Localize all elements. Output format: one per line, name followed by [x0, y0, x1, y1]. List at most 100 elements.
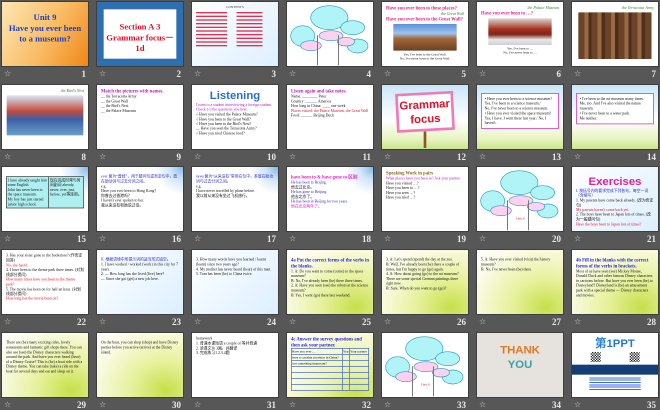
survey-cell [341, 383, 350, 391]
mindmap-bubble [530, 185, 555, 200]
slide-thumbnail-5[interactable]: Have you ever been to these places? the G… [382, 2, 468, 66]
slide-thumbnail-25[interactable]: 4a Put the correct forms of the verbs in… [287, 250, 373, 314]
slide-thumbnail-19[interactable]: Speaking Work in pairs What places have y… [382, 167, 468, 231]
slide-thumbnail-34[interactable]: THANK YOU [477, 333, 563, 397]
slide-thumbnail-33[interactable]: Unit 9 [382, 333, 468, 397]
slide-content: There are (be) many exciting rides, love… [2, 333, 88, 397]
slide-number: 5 [461, 69, 467, 79]
slide-thumbnail-22[interactable]: 3. Has your sister gone to the bookstore… [2, 250, 88, 314]
slide-transition-star-icon: ☆ [4, 234, 12, 243]
slide-thumbnail-8[interactable]: the Bird's Nest [2, 85, 88, 149]
slide-text: Listen to a student interviewing a forei… [195, 102, 273, 112]
slide-text: How many times have you been to the them… [5, 277, 76, 287]
slide-thumbnail-27[interactable]: 5. A: Have you ever visited (visit) the … [477, 250, 563, 314]
slide-number: 24 [267, 317, 276, 327]
slide-thumbnail-13[interactable]: • Have you ever been to a science museum… [477, 85, 563, 149]
slide-content: Have you ever been to these places? the G… [382, 2, 468, 66]
slide-text: Grammar [399, 97, 451, 113]
contents-row [195, 11, 274, 14]
slide-thumbnail-15[interactable]: I have already taught him some English. J… [2, 167, 88, 231]
slide-thumbnail-28[interactable]: 4b Fill in the blanks with the correct f… [572, 250, 658, 314]
slide-transition-star-icon: ☆ [194, 69, 202, 78]
slide-text: 我从来没有和她说过话。 [100, 203, 144, 208]
slide-text: John has never been to the space museum. [7, 187, 43, 197]
slide-content: 4a Put the correct forms of the verbs in… [287, 250, 373, 314]
slide-number: 19 [457, 234, 466, 244]
slide-number: 23 [172, 317, 181, 327]
slide-thumbnail-12[interactable]: Grammar focus [382, 85, 468, 149]
slide-text: the Terracotta Army [621, 5, 654, 10]
slide-content: Unit 9 [382, 333, 468, 397]
slide-text: B: Yes, I went (go) there last weekend. [290, 293, 351, 298]
slide-thumbnail-7[interactable]: the Terracotta Army [572, 2, 658, 66]
contents-row [195, 22, 274, 25]
slide-thumbnail-4[interactable] [287, 2, 373, 66]
contents-row [195, 44, 274, 47]
slide-content: have been to & have gone to 区别 He has bee… [287, 167, 373, 231]
slide-content: On the boat, you can shop (shop) and hav… [97, 333, 183, 397]
slide-thumbnail-6[interactable]: the Palace Museum Have you ever been to …… [477, 2, 563, 66]
slide-thumbnail-26[interactable]: 3. A: Let's spend (spend) the day at the… [382, 250, 468, 314]
slide-thumbnail-21[interactable]: Exercises I. 按括号内的要求完成下列各句，每空一词（含缩写） 1. My… [572, 167, 658, 231]
slide-transition-star-icon: ☆ [479, 69, 487, 78]
slide-content: THANK YOU [477, 333, 563, 397]
slide-transition-star-icon: ☆ [289, 400, 297, 409]
slide-transition-star-icon: ☆ [99, 400, 107, 409]
slide-thumbnail-1[interactable]: Unit 9 Have you ever been to a museum? [2, 2, 88, 66]
slide-number: 12 [457, 152, 466, 162]
mindmap-bubble [526, 201, 545, 212]
slide-thumbnail-31[interactable]: homework 1. 背诵本课短语 a couple of 等并背诵 2. 读课文… [192, 333, 278, 397]
mindmap-bubble [431, 367, 450, 378]
slide-text: YOU [507, 357, 533, 371]
slide-thumbnail-24[interactable]: 3. How many words have you learned / lea… [192, 250, 278, 314]
slide-text: Have you ever been [8, 23, 82, 33]
slide-transition-star-icon: ☆ [574, 400, 582, 409]
slide-transition-star-icon: ☆ [574, 69, 582, 78]
slide-thumbnail-17[interactable]: never意为“从来没有”常用在句中，多放在助动词与过去分词之间。 e.g. I h… [192, 167, 278, 231]
slide-thumbnail-35[interactable]: 第1PPT [572, 333, 658, 397]
slide-number: 17 [267, 234, 276, 244]
slide-transition-star-icon: ☆ [99, 317, 107, 326]
contents-row [195, 26, 274, 28]
slide-thumbnail-3[interactable]: CONTENTS [192, 2, 278, 66]
table-col-left: I have already taught him some English. J… [7, 176, 49, 208]
slide-transition-star-icon: ☆ [99, 152, 107, 161]
qr-code [629, 351, 640, 362]
slide-thumbnail-16[interactable]: ever 意为“曾经”，用于疑问句或否定句中，放在助动词与过去分词之间。 e.g.… [97, 167, 183, 231]
slide-number: 13 [552, 152, 561, 162]
slide-transition-star-icon: ☆ [99, 234, 107, 243]
slide-number: 18 [362, 234, 371, 244]
slide-transition-star-icon: ☆ [289, 69, 297, 78]
slide-thumbnail-2[interactable]: Section A 3 Grammar focus－1d [97, 2, 183, 66]
slide-transition-star-icon: ☆ [289, 152, 297, 161]
slide-transition-star-icon: ☆ [384, 400, 392, 409]
slide-thumbnail-14[interactable]: • I've been to the art museum many times… [572, 85, 658, 149]
mindmap-trunk [316, 35, 339, 66]
slide-content: Grammar focus [382, 85, 468, 149]
slide-text: to a museum? [19, 33, 71, 44]
slide-thumbnail-11[interactable]: Listen again and take notes. Name: ______… [287, 85, 373, 149]
mindmap-bubble [435, 351, 460, 366]
slide-text: How long has the movie been on? [5, 296, 59, 301]
contents-row [195, 33, 274, 36]
slide-text: never意为“从来没有”常用在句中，多放在助动词与过去分词之间。 [195, 174, 274, 184]
slide-text: ever 意为“曾经”，用于疑问句或否定句中，放在助动词与过去分词之间。 [100, 174, 178, 184]
slide-text: My boy has just started junior high scho… [7, 197, 44, 207]
survey-cell [349, 383, 369, 391]
slide-thumbnail-18[interactable]: have been to & have gone to 区别 He has bee… [287, 167, 373, 231]
slide-text: Section A 3 [119, 21, 161, 32]
slide-text: 4a Put the correct forms of the verbs in… [290, 257, 369, 269]
slide-number: 3 [271, 69, 277, 79]
slide-number: 10 [267, 152, 276, 162]
slide-transition-star-icon: ☆ [479, 152, 487, 161]
slide-thumbnail-32[interactable]: 4c Answer the survey questions and then … [287, 333, 373, 397]
slide-thumbnail-29[interactable]: There are (be) many exciting rides, love… [2, 333, 88, 397]
slide-thumbnail-9[interactable]: Match the pictures with names. __ the Ter… [97, 85, 183, 149]
slide-transition-star-icon: ☆ [574, 152, 582, 161]
slide-text: I. 按括号内的要求完成下列各句，每空一词（含缩写） [575, 188, 649, 198]
slide-thumbnail-20[interactable]: Unit 9 [477, 167, 563, 231]
slide-thumbnail-10[interactable]: Listening Listen to a student interviewin… [192, 85, 278, 149]
slide-thumbnail-23[interactable]: II. 根据语境中所提示词的适当形式填空。 1. I have worked / … [97, 250, 183, 314]
slide-thumbnail-30[interactable]: On the boat, you can shop (shop) and hav… [97, 333, 183, 397]
slide-number: 20 [552, 234, 561, 244]
